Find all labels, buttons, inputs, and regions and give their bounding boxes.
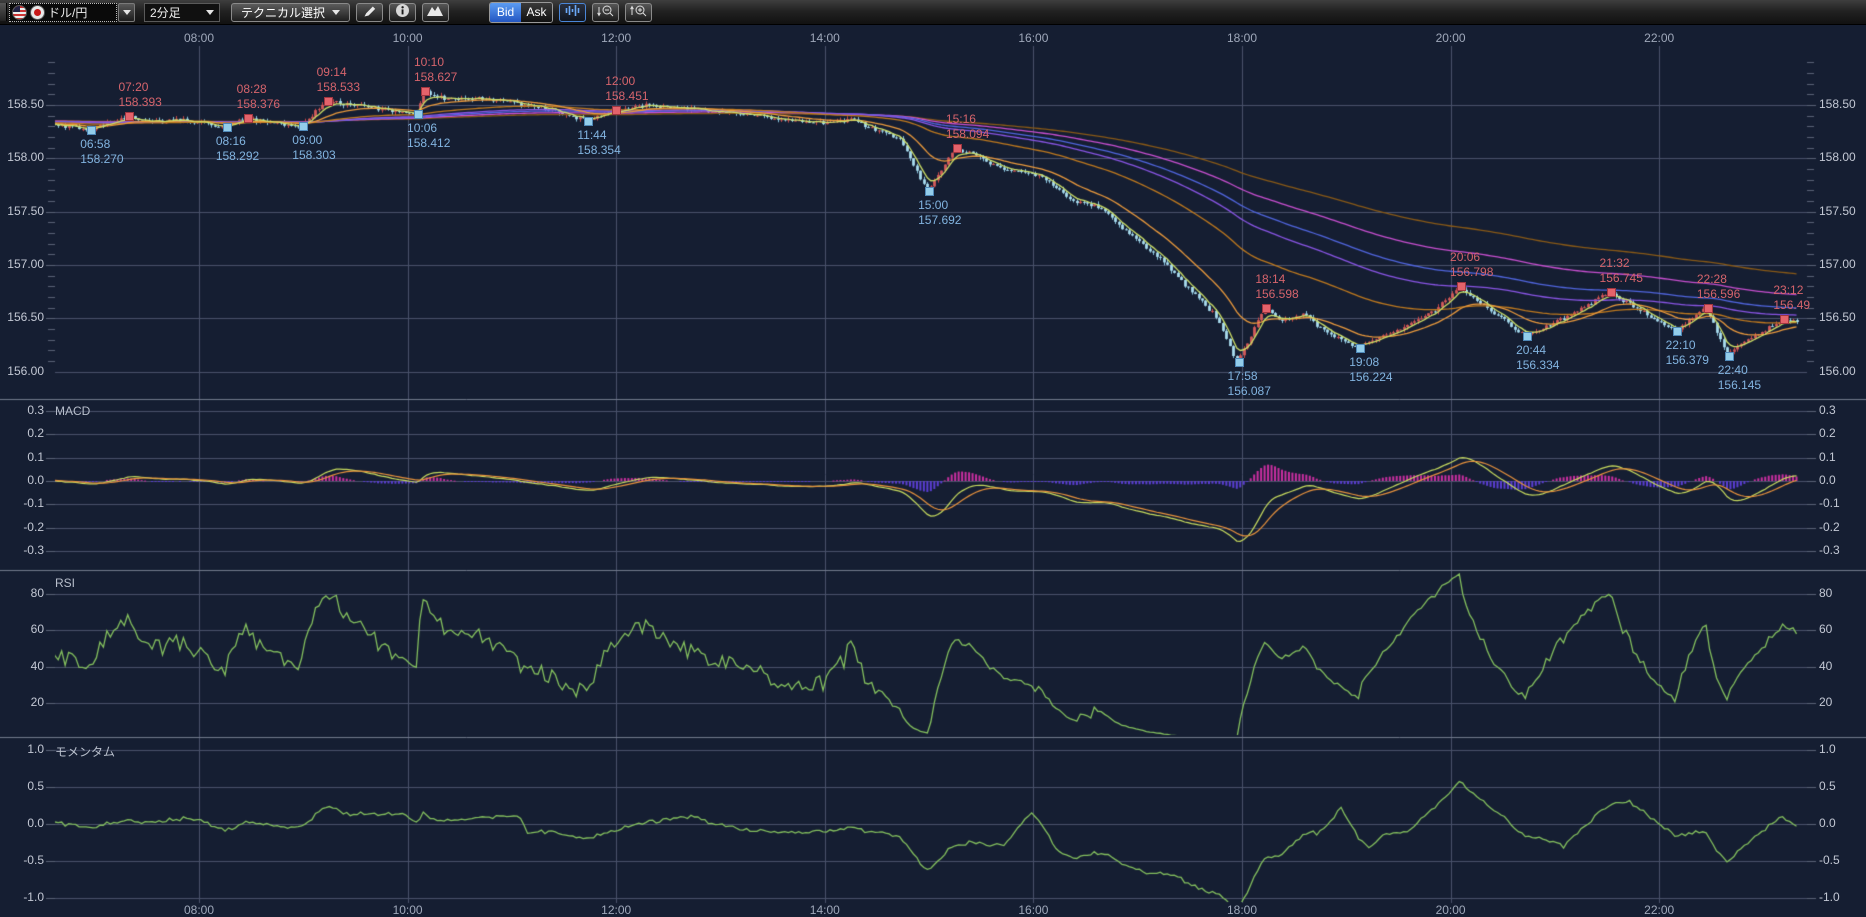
momentum-panel-title: モメンタム <box>55 743 115 760</box>
window-icon[interactable] <box>0 3 7 21</box>
price-chart-canvas[interactable] <box>0 0 1866 913</box>
mountain-chart-icon <box>427 4 444 20</box>
pencil-icon <box>362 4 378 21</box>
ask-button[interactable]: Ask <box>521 3 552 22</box>
currency-pair-selector[interactable]: ドル/円 <box>9 3 117 22</box>
timeframe-label: 2分足 <box>150 4 181 21</box>
japan-flag-icon <box>30 5 45 20</box>
waveform-icon <box>564 4 581 20</box>
info-button[interactable] <box>389 3 416 22</box>
us-flag-icon <box>12 5 27 20</box>
magnifier-minus-icon <box>596 4 616 21</box>
chevron-down-icon <box>332 10 340 15</box>
macd-panel-title: MACD <box>55 404 90 418</box>
currency-pair-label: ドル/円 <box>48 4 87 21</box>
zoom-in-button[interactable] <box>625 3 652 22</box>
info-icon <box>395 3 410 21</box>
bid-ask-toggle: Bid Ask <box>489 2 553 23</box>
magnifier-plus-icon <box>629 4 649 21</box>
pair-dropdown-button[interactable] <box>118 3 135 22</box>
zoom-out-button[interactable] <box>592 3 619 22</box>
bid-button[interactable]: Bid <box>490 3 521 22</box>
chevron-down-icon <box>123 10 131 15</box>
technical-select-label: テクニカル選択 <box>241 4 325 21</box>
volume-wave-button[interactable] <box>559 3 586 22</box>
fx-chart-window: { "toolbar": { "pair_label": "ドル/円", "ti… <box>0 0 1866 913</box>
technical-select-button[interactable]: テクニカル選択 <box>231 3 350 22</box>
chart-type-button[interactable] <box>422 3 449 22</box>
chevron-down-icon <box>206 10 214 15</box>
timeframe-select[interactable]: 2分足 <box>144 3 220 22</box>
toolbar: ドル/円 2分足 テクニカル選択 Bid Ask <box>0 0 1866 25</box>
draw-pencil-button[interactable] <box>356 3 383 22</box>
rsi-panel-title: RSI <box>55 576 75 590</box>
